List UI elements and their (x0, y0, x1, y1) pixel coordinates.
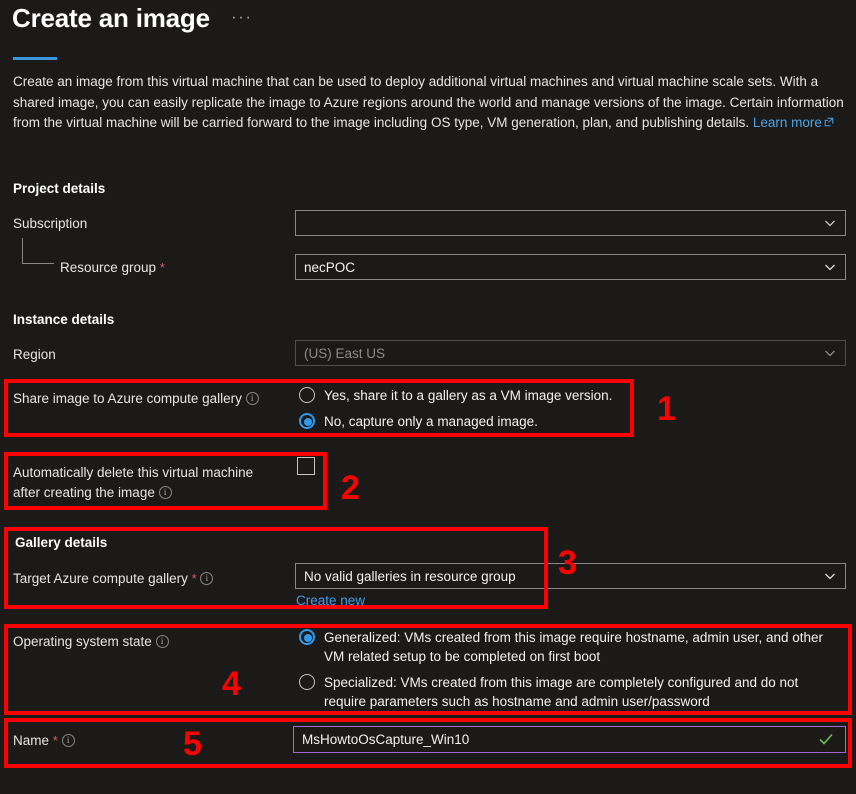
os-state-option-specialized-label: Specialized: VMs created from this image… (324, 675, 799, 709)
chevron-down-icon (823, 216, 837, 230)
os-state-option-generalized-label: Generalized: VMs created from this image… (324, 630, 823, 664)
active-tab-indicator (13, 57, 57, 60)
os-state-label: Operating system state (13, 633, 169, 651)
annotation-number-5: 5 (183, 725, 202, 763)
info-icon[interactable] (200, 571, 214, 586)
subscription-label: Subscription (13, 216, 88, 231)
more-options-menu-icon[interactable]: ··· (231, 8, 252, 25)
required-asterisk: * (52, 733, 58, 748)
required-asterisk: * (159, 260, 165, 275)
auto-delete-label-line2: after creating the image (13, 485, 155, 500)
auto-delete-label: Automatically delete this virtual machin… (13, 463, 253, 503)
intro-text: Create an image from this virtual machin… (13, 74, 844, 130)
region-label: Region (13, 347, 56, 362)
info-icon[interactable] (155, 634, 169, 649)
radio-button[interactable] (299, 674, 315, 690)
share-image-option-yes-label: Yes, share it to a gallery as a VM image… (324, 388, 613, 403)
external-link-icon (824, 117, 834, 127)
green-check-icon (818, 731, 834, 747)
name-input[interactable] (293, 726, 846, 753)
instance-details-heading: Instance details (13, 312, 115, 327)
page-title: Create an image (12, 3, 210, 33)
region-dropdown[interactable]: (US) East US (295, 340, 846, 366)
info-icon[interactable] (158, 485, 172, 500)
learn-more-link[interactable]: Learn more (753, 115, 822, 130)
share-image-option-yes[interactable]: Yes, share it to a gallery as a VM image… (299, 386, 839, 405)
info-icon[interactable] (245, 391, 259, 406)
target-gallery-dropdown[interactable]: No valid galleries in resource group (295, 563, 846, 589)
auto-delete-label-line1: Automatically delete this virtual machin… (13, 465, 254, 480)
create-new-gallery-link[interactable]: Create new (296, 593, 365, 608)
chevron-down-icon (823, 346, 837, 360)
intro-description: Create an image from this virtual machin… (13, 72, 845, 134)
required-asterisk: * (191, 571, 197, 586)
chevron-down-icon (823, 260, 837, 274)
resource-group-value: necPOC (304, 259, 356, 275)
resource-group-label: Resource group * (60, 260, 165, 275)
page-header: Create an image ··· (0, 0, 856, 70)
region-value: (US) East US (304, 345, 386, 361)
name-label: Name * (13, 732, 75, 750)
radio-button[interactable] (299, 387, 315, 403)
annotation-number-2: 2 (341, 469, 360, 507)
gallery-details-heading: Gallery details (15, 535, 108, 550)
resource-group-tree-connector (22, 238, 54, 264)
auto-delete-checkbox[interactable] (297, 457, 315, 475)
annotation-number-4: 4 (222, 665, 241, 703)
project-details-heading: Project details (13, 181, 106, 196)
subscription-dropdown[interactable] (295, 210, 846, 236)
target-gallery-label: Target Azure compute gallery * (13, 570, 214, 588)
os-state-option-generalized[interactable]: Generalized: VMs created from this image… (299, 628, 839, 666)
resource-group-dropdown[interactable]: necPOC (295, 254, 846, 280)
os-state-option-specialized[interactable]: Specialized: VMs created from this image… (299, 673, 839, 711)
info-icon[interactable] (61, 733, 75, 748)
chevron-down-icon (823, 569, 837, 583)
target-gallery-value: No valid galleries in resource group (304, 568, 516, 584)
radio-button-selected[interactable] (299, 413, 315, 429)
radio-button-selected[interactable] (299, 629, 315, 645)
share-image-label: Share image to Azure compute gallery (13, 390, 259, 408)
share-image-option-no[interactable]: No, capture only a managed image. (299, 412, 839, 431)
share-image-option-no-label: No, capture only a managed image. (324, 414, 538, 429)
